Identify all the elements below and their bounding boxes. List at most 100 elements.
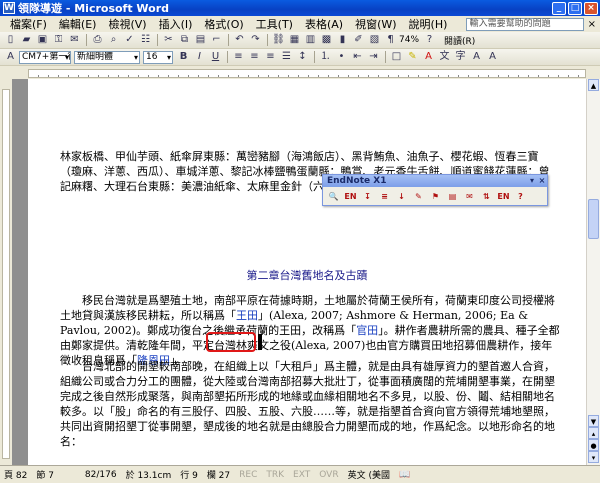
cut-icon[interactable]: ✂ — [161, 33, 176, 47]
vertical-ruler[interactable] — [0, 79, 12, 465]
drawing-icon[interactable]: ✐ — [351, 33, 366, 47]
underline-button[interactable]: U — [208, 50, 223, 64]
columns-icon[interactable]: ▮ — [335, 33, 350, 47]
new-document-icon[interactable]: ▯ — [3, 33, 18, 47]
align-left-icon[interactable]: ≡ — [231, 50, 246, 64]
paragraph-north-settlement: 台灣北部的開墾較南部晚，在組織上以「大租戶」爲主體，就是由具有雄厚資力的墾首邀人… — [60, 360, 555, 448]
menu-table[interactable]: 表格(A) — [299, 16, 349, 32]
export-travelling-library-icon[interactable]: ✉ — [462, 189, 477, 204]
edit-library-icon[interactable]: ▤ — [445, 189, 460, 204]
standard-toolbar: ▯ ▰ ▣ ⚿ ✉ ⎙ ⌕ ✓ ☷ ✂ ⧉ ▤ ⌐ ↶ ↷ ⛓ ▦ ▥ ▩ ▮ … — [0, 32, 600, 49]
next-page-icon[interactable]: ▾ — [588, 451, 599, 463]
scroll-up-icon[interactable]: ▲ — [588, 79, 599, 91]
previous-page-icon[interactable]: ▴ — [588, 427, 599, 439]
print-preview-icon[interactable]: ⌕ — [106, 33, 121, 47]
endnote-toolbar[interactable]: EndNote X1 ▾ × 🔍 EN ↧ ≡ ↓ ✎ ⚑ ▤ ✉ ⇅ EN ? — [322, 174, 548, 206]
insert-excel-icon[interactable]: ▩ — [319, 33, 334, 47]
numbering-icon[interactable]: ⒈ — [318, 50, 333, 64]
endnote-close-icon[interactable]: × — [537, 175, 547, 187]
menu-file[interactable]: 檔案(F) — [4, 16, 53, 32]
zoom-combo[interactable]: 74% — [399, 35, 419, 45]
endnote-toolbar-title: EndNote X1 — [327, 176, 387, 186]
menu-edit[interactable]: 編輯(E) — [53, 16, 103, 32]
paste-icon[interactable]: ▤ — [193, 33, 208, 47]
undo-icon[interactable]: ↶ — [232, 33, 247, 47]
spelling-icon[interactable]: ✓ — [122, 33, 137, 47]
phonetic-guide-icon[interactable]: 文 — [437, 50, 452, 64]
unformat-citations-icon[interactable]: ⇅ — [479, 189, 494, 204]
minimize-button[interactable]: _ — [552, 1, 566, 15]
increase-indent-icon[interactable]: ⇥ — [366, 50, 381, 64]
font-color-icon[interactable]: A — [421, 50, 436, 64]
status-trk[interactable]: TRK — [266, 470, 284, 480]
menu-tools[interactable]: 工具(T) — [250, 16, 299, 32]
endnote-toolbar-header[interactable]: EndNote X1 ▾ × — [323, 175, 547, 187]
research-icon[interactable]: ☷ — [138, 33, 153, 47]
format-painter-icon[interactable]: ⌐ — [209, 33, 224, 47]
scroll-down-icon[interactable]: ▼ — [588, 415, 599, 427]
italic-button[interactable]: I — [192, 50, 207, 64]
enclose-characters-icon[interactable]: 字 — [453, 50, 468, 64]
permission-icon[interactable]: ⚿ — [51, 33, 66, 47]
font-combo[interactable]: 新細明體 — [74, 50, 140, 64]
status-ovr[interactable]: OVR — [319, 470, 338, 480]
highlight-icon[interactable]: ✎ — [405, 50, 420, 64]
menu-insert[interactable]: 插入(I) — [153, 16, 199, 32]
close-document-icon[interactable]: × — [588, 19, 596, 30]
insert-citation-icon[interactable]: ↧ — [360, 189, 375, 204]
find-citation-icon[interactable]: 🔍 — [326, 189, 341, 204]
font-size-combo[interactable]: 16 — [143, 50, 173, 64]
text-direction-icon[interactable]: A — [469, 50, 484, 64]
show-hide-icon[interactable]: ¶ — [383, 33, 398, 47]
outside-border-icon[interactable]: □ — [389, 50, 404, 64]
line-spacing-icon[interactable]: ↕ — [295, 50, 310, 64]
format-bibliography-icon[interactable]: ≡ — [377, 189, 392, 204]
go-to-endnote-icon[interactable]: EN — [343, 189, 358, 204]
close-button[interactable]: × — [584, 1, 598, 15]
help-icon[interactable]: ? — [422, 33, 437, 47]
toolbar-separator — [228, 34, 229, 46]
save-icon[interactable]: ▣ — [35, 33, 50, 47]
copy-icon[interactable]: ⧉ — [177, 33, 192, 47]
hyperlink-icon[interactable]: ⛓ — [271, 33, 286, 47]
bold-button[interactable]: B — [176, 50, 191, 64]
open-folder-icon[interactable]: ▰ — [19, 33, 34, 47]
browse-object-icon[interactable]: ● — [588, 439, 599, 451]
print-icon[interactable]: ⎙ — [90, 33, 105, 47]
insert-note-icon[interactable]: ⚑ — [428, 189, 443, 204]
document-map-icon[interactable]: ▧ — [367, 33, 382, 47]
insert-selected-citation-icon[interactable]: ↓ — [394, 189, 409, 204]
decrease-indent-icon[interactable]: ⇤ — [350, 50, 365, 64]
endnote-preferences-icon[interactable]: EN — [496, 189, 511, 204]
redo-icon[interactable]: ↷ — [248, 33, 263, 47]
style-combo[interactable]: CM7+第一行 — [19, 50, 71, 64]
reading-layout-button[interactable]: 閱讀(R) — [444, 34, 475, 47]
help-search-input[interactable]: 輸入需要幫助的問題 — [465, 17, 584, 31]
styles-pane-icon[interactable]: A — [3, 50, 18, 64]
email-icon[interactable]: ✉ — [67, 33, 82, 47]
citation-alexa[interactable]: (Alexa, 2007) — [291, 339, 365, 352]
tables-borders-icon[interactable]: ▦ — [287, 33, 302, 47]
edit-citation-icon[interactable]: ✎ — [411, 189, 426, 204]
endnote-options-icon[interactable]: ▾ — [527, 175, 537, 187]
endnote-buttons: 🔍 EN ↧ ≡ ↓ ✎ ⚑ ▤ ✉ ⇅ EN ? — [323, 187, 547, 206]
menu-format[interactable]: 格式(O) — [198, 16, 249, 32]
document-page[interactable]: 林家板橋、甲仙芋頭、紙傘屏東縣：萬巒豬腳（海鴻飯店）、黑背鮪魚、油魚子、櫻花蝦、… — [28, 79, 586, 465]
insert-table-icon[interactable]: ▥ — [303, 33, 318, 47]
horizontal-ruler[interactable] — [0, 67, 600, 79]
align-center-icon[interactable]: ≡ — [247, 50, 262, 64]
shrink-font-icon[interactable]: A — [485, 50, 500, 64]
status-ext[interactable]: EXT — [293, 470, 310, 480]
endnote-help-icon[interactable]: ? — [513, 189, 528, 204]
align-right-icon[interactable]: ≡ — [263, 50, 278, 64]
scrollbar-thumb[interactable] — [588, 199, 599, 239]
menu-view[interactable]: 檢視(V) — [102, 16, 152, 32]
justify-icon[interactable]: ☰ — [279, 50, 294, 64]
maximize-button[interactable]: □ — [568, 1, 582, 15]
bullets-icon[interactable]: • — [334, 50, 349, 64]
vertical-scrollbar[interactable]: ▲ ▼ ▴ ● ▾ — [586, 79, 600, 465]
menu-help[interactable]: 說明(H) — [403, 16, 454, 32]
spelling-status-icon[interactable]: 📖 — [399, 470, 410, 480]
status-rec[interactable]: REC — [239, 470, 257, 480]
menu-window[interactable]: 視窗(W) — [349, 16, 402, 32]
